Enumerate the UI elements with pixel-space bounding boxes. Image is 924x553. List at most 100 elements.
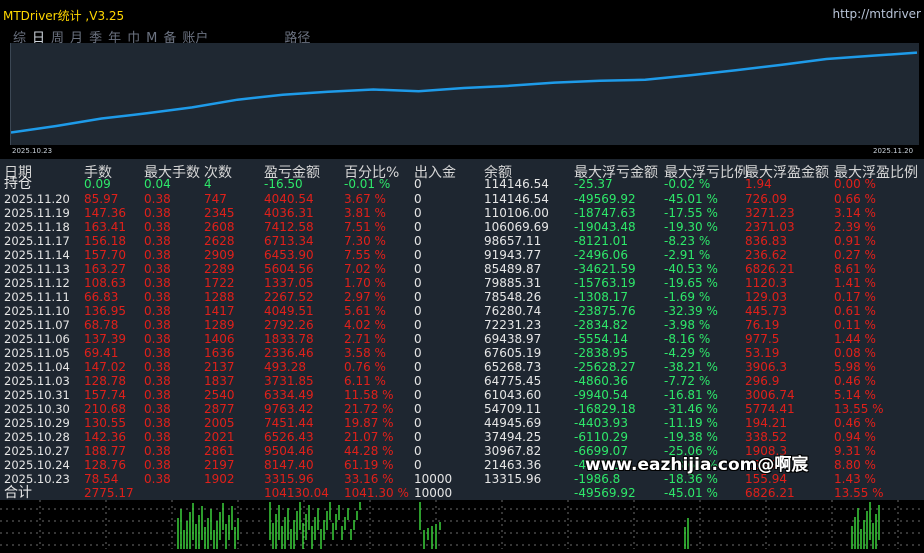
- cell-max-float-profit: 236.62: [745, 248, 787, 262]
- cell-balance: 72231.23: [484, 318, 542, 332]
- cell-max-float-profit-pct: 13.55 %: [834, 486, 884, 500]
- cell-lots: 85.97: [84, 192, 119, 206]
- cell-pnl: 9763.42: [264, 402, 314, 416]
- cell-pct: 6.11 %: [344, 374, 386, 388]
- cell-max-float-profit: 129.03: [745, 290, 787, 304]
- cell-pct: 33.16 %: [344, 472, 394, 486]
- cell-pct: 7.02 %: [344, 262, 386, 276]
- cell-io: 0: [414, 206, 422, 220]
- cell-pnl: 1337.05: [264, 276, 314, 290]
- cell-pct: 21.72 %: [344, 402, 394, 416]
- cell-max-float-profit: 6826.21: [745, 486, 795, 500]
- cell-max-float-loss-pct: -11.19 %: [664, 416, 718, 430]
- table-row[interactable]: 2025.11.12 108.63 0.38 1722 1337.05 1.70 % 0 79…: [0, 276, 924, 290]
- cell-balance: 64775.45: [484, 374, 542, 388]
- cell-pct: 21.07 %: [344, 430, 394, 444]
- table-row[interactable]: 2025.11.20 85.97 0.38 747 4040.54 3.67 % 0 1141…: [0, 192, 924, 206]
- cell-count: 1722: [204, 276, 235, 290]
- table-row[interactable]: 2025.11.19 147.36 0.38 2345 4036.31 3.81 % 0 11…: [0, 206, 924, 220]
- cell-pnl: 2336.46: [264, 346, 314, 360]
- cell-io: 0: [414, 234, 422, 248]
- cell-max-float-loss: -19043.48: [574, 220, 636, 234]
- cell-max-lots: 0.38: [144, 430, 171, 444]
- cell-max-float-loss-pct: -1.69 %: [664, 290, 711, 304]
- cell-max-lots: 0.38: [144, 206, 171, 220]
- cell-io: 0: [414, 220, 422, 234]
- cell-date: 2025.11.11: [4, 290, 70, 304]
- table-row[interactable]: 2025.11.05 69.41 0.38 1636 2336.46 3.58 % 0 676…: [0, 346, 924, 360]
- cell-count: 2608: [204, 220, 235, 234]
- table-row[interactable]: 2025.11.17 156.18 0.38 2628 6713.34 7.30 % 0 98…: [0, 234, 924, 248]
- period-tabs: 综日周月季年巾 M 备账户 路径: [13, 27, 316, 46]
- cell-balance: 44945.69: [484, 416, 542, 430]
- table-row[interactable]: 2025.11.14 157.70 0.38 2909 6453.90 7.55 % 0 91…: [0, 248, 924, 262]
- price-bars-svg: [0, 500, 924, 549]
- price-chart-strip: [0, 500, 924, 549]
- table-row[interactable]: 2025.11.07 68.78 0.38 1289 2792.26 4.02 % 0 722…: [0, 318, 924, 332]
- cell-io: 0: [414, 402, 422, 416]
- table-row[interactable]: 2025.11.03 128.78 0.38 1837 3731.85 6.11 % 0 64…: [0, 374, 924, 388]
- cell-max-float-loss-pct: -17.55 %: [664, 206, 718, 220]
- total-row[interactable]: 合计 2775.17 104130.04 1041.30 % 10000 -49569.9…: [0, 486, 924, 500]
- cell-max-lots: 0.04: [144, 177, 171, 191]
- cell-max-lots: 0.38: [144, 318, 171, 332]
- mtdriver-link[interactable]: http://mtdriver: [833, 7, 921, 21]
- table-row[interactable]: 2025.11.18 163.41 0.38 2608 7412.58 7.51 % 0 10…: [0, 220, 924, 234]
- cell-pnl: 7412.58: [264, 220, 314, 234]
- cell-io: 0: [414, 458, 422, 472]
- table-row[interactable]: 2025.11.04 147.02 0.38 2137 493.28 0.76 % 0 652…: [0, 360, 924, 374]
- cell-max-float-profit-pct: 5.98 %: [834, 360, 876, 374]
- cell-count: 2345: [204, 206, 235, 220]
- table-row[interactable]: 2025.10.31 157.74 0.38 2540 6334.49 11.58 % 0 6…: [0, 388, 924, 402]
- cell-max-float-profit-pct: 9.31 %: [834, 444, 876, 458]
- cell-max-float-loss: -49569.92: [574, 192, 636, 206]
- holding-row[interactable]: 持仓 0.09 0.04 4 -16.50 -0.01 % 0 114146.54 -25.37…: [0, 177, 924, 191]
- cell-pct: 44.28 %: [344, 444, 394, 458]
- cell-date: 2025.11.14: [4, 248, 70, 262]
- cell-max-float-loss-pct: -45.01 %: [664, 192, 718, 206]
- cell-max-float-loss-pct: -32.39 %: [664, 304, 718, 318]
- table-row[interactable]: 2025.11.13 163.27 0.38 2289 5604.56 7.02 % 0 85…: [0, 262, 924, 276]
- cell-balance: 114146.54: [484, 192, 549, 206]
- cell-pnl: 2267.52: [264, 290, 314, 304]
- table-row[interactable]: 2025.10.30 210.68 0.38 2877 9763.42 21.72 % 0 5…: [0, 402, 924, 416]
- cell-pct: 1041.30 %: [344, 486, 409, 500]
- cell-max-float-profit-pct: 0.94 %: [834, 430, 876, 444]
- cell-balance: 13315.96: [484, 472, 542, 486]
- cell-max-float-profit-pct: 0.27 %: [834, 248, 876, 262]
- cell-date: 持仓: [4, 176, 32, 192]
- cell-max-float-profit: 445.73: [745, 304, 787, 318]
- cell-date: 2025.11.10: [4, 304, 70, 318]
- cell-pct: 2.71 %: [344, 332, 386, 346]
- cell-date: 2025.11.05: [4, 346, 70, 360]
- cell-lots: 2775.17: [84, 486, 134, 500]
- cell-pct: 3.67 %: [344, 192, 386, 206]
- cell-date: 2025.10.27: [4, 444, 70, 458]
- equity-curve-svg: [10, 51, 918, 134]
- cell-max-float-profit-pct: 0.00 %: [834, 177, 876, 191]
- window-title: MTDriver统计 ,V3.25: [3, 9, 125, 23]
- cell-date: 合计: [4, 485, 32, 501]
- table-row[interactable]: 2025.11.11 66.83 0.38 1288 2267.52 2.97 % 0 785…: [0, 290, 924, 304]
- table-row[interactable]: 2025.11.06 137.39 0.38 1406 1833.78 2.71 % 0 69…: [0, 332, 924, 346]
- table-row[interactable]: 2025.10.29 130.55 0.38 2005 7451.44 19.87 % 0 4…: [0, 416, 924, 430]
- cell-max-float-profit-pct: 0.46 %: [834, 374, 876, 388]
- cell-balance: 110106.00: [484, 206, 549, 220]
- cell-max-float-profit: 338.52: [745, 430, 787, 444]
- cell-pct: 7.30 %: [344, 234, 386, 248]
- cell-pnl: 5604.56: [264, 262, 314, 276]
- cell-lots: 156.18: [84, 234, 126, 248]
- cell-date: 2025.11.04: [4, 360, 70, 374]
- cell-lots: 128.78: [84, 374, 126, 388]
- table-row[interactable]: 2025.10.28 142.36 0.38 2021 6526.43 21.07 % 0 3…: [0, 430, 924, 444]
- cell-count: 1902: [204, 472, 235, 486]
- cell-max-float-profit: 977.5: [745, 332, 780, 346]
- cell-balance: 69438.97: [484, 332, 542, 346]
- cell-lots: 210.68: [84, 402, 126, 416]
- cell-max-lots: 0.38: [144, 360, 171, 374]
- cell-max-float-profit: 2371.03: [745, 220, 795, 234]
- cell-max-float-loss-pct: -45.01 %: [664, 486, 718, 500]
- table-row[interactable]: 2025.11.10 136.95 0.38 1417 4049.51 5.61 % 0 76…: [0, 304, 924, 318]
- cell-pnl: 7451.44: [264, 416, 314, 430]
- cell-balance: 106069.69: [484, 220, 549, 234]
